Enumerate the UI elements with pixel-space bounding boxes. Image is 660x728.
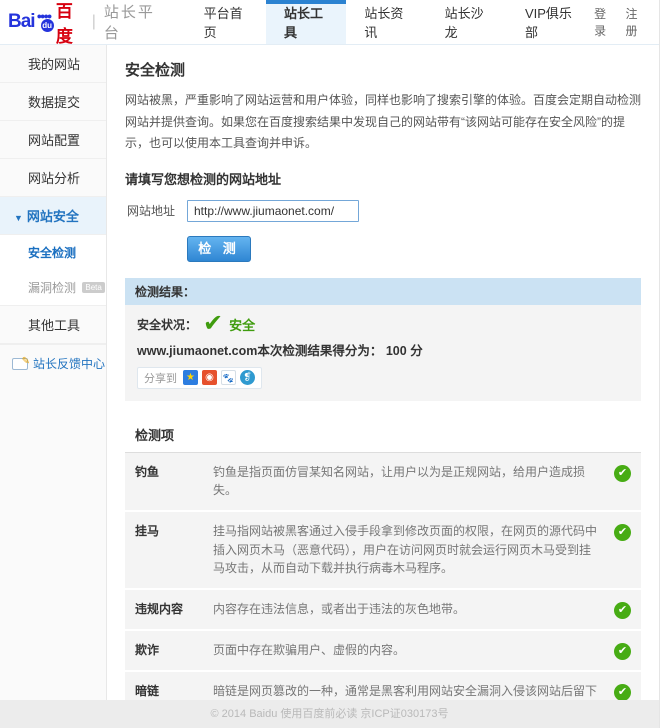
share-qzone-icon[interactable] — [183, 370, 198, 385]
share-weibo-icon[interactable] — [202, 370, 217, 385]
baidu-logo[interactable]: Bai ●●●● du 百度 | 站长平台 — [0, 0, 174, 44]
logo-text-baidu-cn: 百度 — [56, 0, 86, 47]
logo-platform-label: 站长平台 — [104, 1, 164, 43]
feedback-mail-icon — [12, 358, 28, 370]
register-link[interactable]: 注册 — [626, 5, 647, 39]
sidebar-group-site-security[interactable]: ▼网站安全 — [0, 197, 106, 235]
nav-webmaster-tools[interactable]: 站长工具 — [266, 0, 346, 44]
sidebar-item-site-config[interactable]: 网站配置 — [0, 121, 106, 159]
pass-check-icon: ✔ — [614, 684, 631, 700]
sidebar: 我的网站 数据提交 网站配置 网站分析 ▼网站安全 安全检测 漏洞检测 Beta… — [0, 45, 107, 700]
share-tieba-icon[interactable] — [221, 370, 236, 385]
pass-check-icon: ✔ — [614, 524, 631, 541]
sidebar-subgroup: 安全检测 漏洞检测 Beta — [0, 235, 106, 305]
check-items-header: 检测项 — [125, 417, 641, 453]
page-title: 安全检测 — [125, 59, 641, 80]
sidebar-item-vuln-check[interactable]: 漏洞检测 Beta — [0, 270, 106, 305]
nav-webmaster-salon[interactable]: 站长沙龙 — [427, 0, 507, 44]
url-label: 网站地址 — [127, 202, 187, 219]
intro-text: 网站被黑，严重影响了网站运营和用户体验，同样也影响了搜索引擎的体验。百度会定期自… — [125, 90, 641, 155]
nav-vip-club[interactable]: VIP俱乐部 — [507, 0, 594, 44]
auth-links: 登录 注册 — [594, 0, 659, 44]
pass-check-icon: ✔ — [614, 643, 631, 660]
baidu-paw-icon: ●●●● du — [36, 11, 55, 33]
sidebar-item-site-analysis[interactable]: 网站分析 — [0, 159, 106, 197]
status-label: 安全状况： — [137, 316, 197, 333]
footer-copyright: © 2014 Baidu 使用百度前必读 京ICP证030173号 — [0, 700, 659, 728]
check-row-hidden-links: 暗链 暗链是网页篡改的一种，通常是黑客利用网站安全漏洞入侵该网站后留下的一些在网… — [125, 672, 641, 700]
sidebar-item-data-submit[interactable]: 数据提交 — [0, 83, 106, 121]
status-value: 安全 — [229, 315, 255, 334]
check-row-illegal-content: 违规内容 内容存在违法信息，或者出于违法的灰色地带。 ✔ — [125, 590, 641, 631]
sidebar-item-security-check[interactable]: 安全检测 — [0, 235, 106, 270]
result-header: 检测结果： — [125, 278, 641, 305]
nav-platform-home[interactable]: 平台首页 — [186, 0, 266, 44]
url-input[interactable] — [187, 200, 359, 222]
top-header: Bai ●●●● du 百度 | 站长平台 平台首页 站长工具 站长资讯 站长沙… — [0, 0, 659, 45]
share-label: 分享到 — [144, 370, 177, 386]
caret-down-icon: ▼ — [14, 213, 23, 223]
check-button[interactable]: 检 测 — [187, 236, 251, 262]
safe-check-icon: ✔ — [203, 315, 223, 333]
share-friend-icon[interactable] — [240, 370, 255, 385]
check-row-trojan: 挂马 挂马指网站被黑客通过入侵手段拿到修改页面的权限，在网页的源代码中插入网页木… — [125, 512, 641, 590]
share-bar: 分享到 — [137, 367, 262, 389]
logo-separator: | — [92, 13, 96, 31]
sidebar-feedback-center[interactable]: 站长反馈中心 — [0, 344, 106, 382]
nav-webmaster-news[interactable]: 站长资讯 — [346, 0, 426, 44]
logo-text-bai: Bai — [8, 11, 35, 33]
pass-check-icon: ✔ — [614, 602, 631, 619]
check-row-phishing: 钓鱼 钓鱼是指页面仿冒某知名网站，让用户以为是正规网站，给用户造成损失。 ✔ — [125, 453, 641, 512]
score-text: www.jiumaonet.com本次检测结果得分为： 100 分 — [137, 340, 629, 359]
main-content: 安全检测 网站被黑，严重影响了网站运营和用户体验，同样也影响了搜索引擎的体验。百… — [107, 45, 659, 700]
result-body: 安全状况： ✔ 安全 www.jiumaonet.com本次检测结果得分为： 1… — [125, 305, 641, 401]
form-heading: 请填写您想检测的网站地址 — [125, 169, 641, 188]
main-nav: 平台首页 站长工具 站长资讯 站长沙龙 VIP俱乐部 — [186, 0, 594, 44]
sidebar-item-other-tools[interactable]: 其他工具 — [0, 305, 106, 344]
sidebar-item-my-sites[interactable]: 我的网站 — [0, 45, 106, 83]
login-link[interactable]: 登录 — [594, 5, 615, 39]
page: Bai ●●●● du 百度 | 站长平台 平台首页 站长工具 站长资讯 站长沙… — [0, 0, 660, 728]
check-row-fraud: 欺诈 页面中存在欺骗用户、虚假的内容。 ✔ — [125, 631, 641, 672]
pass-check-icon: ✔ — [614, 465, 631, 482]
beta-badge: Beta — [82, 282, 104, 293]
